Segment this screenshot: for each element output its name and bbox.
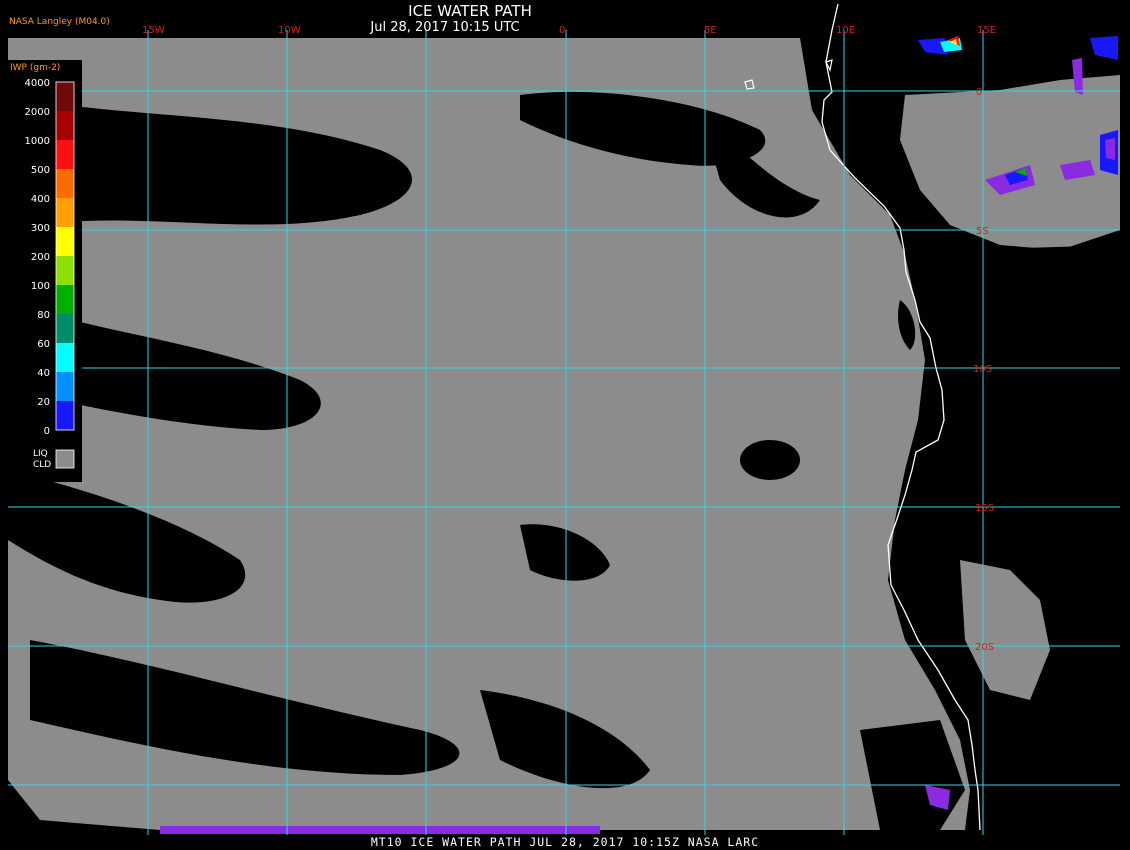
legend-color-swatch	[56, 285, 74, 314]
legend-color-swatch	[56, 82, 74, 111]
legend-level-label: 20	[37, 397, 50, 408]
legend-color-swatch	[56, 256, 74, 285]
legend-level-label: 300	[31, 223, 50, 234]
lon-label-15e: 15E	[977, 25, 996, 36]
legend-color-swatch	[56, 169, 74, 198]
lat-label-20s: 20S	[975, 642, 994, 653]
legend-cld-label: CLD	[33, 460, 51, 470]
legend-color-swatch	[56, 198, 74, 227]
legend-level-label: 500	[31, 165, 50, 176]
legend-color-swatch	[56, 372, 74, 401]
legend-level-label: 4000	[25, 78, 50, 89]
lat-label-10s: 10S	[973, 364, 992, 375]
lat-label-0: 0	[976, 87, 982, 98]
lat-label-15s: 15S	[975, 503, 994, 514]
legend-liquid-cloud-swatch	[55, 449, 75, 469]
legend-level-label: 100	[31, 281, 50, 292]
legend-color-swatch	[56, 343, 74, 372]
legend-level-label: 60	[37, 339, 50, 350]
legend-color-swatch	[56, 314, 74, 343]
legend-color-swatch	[56, 401, 74, 430]
legend-level-label: 1000	[25, 136, 50, 147]
legend-level-label: 200	[31, 252, 50, 263]
color-legend: IWP (gm-2) 40002000100050040030020010080…	[8, 60, 82, 482]
legend-level-label: 400	[31, 194, 50, 205]
footer-caption: MT10 ICE WATER PATH JUL 28, 2017 10:15Z …	[370, 835, 760, 849]
lat-label-5s: 5S	[976, 226, 989, 237]
legend-level-label: 0	[44, 426, 50, 437]
legend-level-label: 40	[37, 368, 50, 379]
legend-unit-label: IWP (gm-2)	[10, 63, 60, 73]
product-credit: NASA Langley (M04.0)	[9, 17, 110, 27]
satellite-map: 15W 10W 0 5E 10E 15E 0 5S 10S 15S 20S IW…	[8, 3, 1120, 835]
legend-color-swatch	[56, 140, 74, 169]
legend-color-swatch	[56, 111, 74, 140]
legend-level-label: 2000	[25, 107, 50, 118]
map-timestamp: Jul 28, 2017 10:15 UTC	[370, 20, 520, 35]
legend-level-label: 80	[37, 310, 50, 321]
legend-color-swatch	[56, 227, 74, 256]
map-title: ICE WATER PATH	[408, 2, 532, 20]
legend-liq-label: LIQ	[33, 449, 48, 459]
